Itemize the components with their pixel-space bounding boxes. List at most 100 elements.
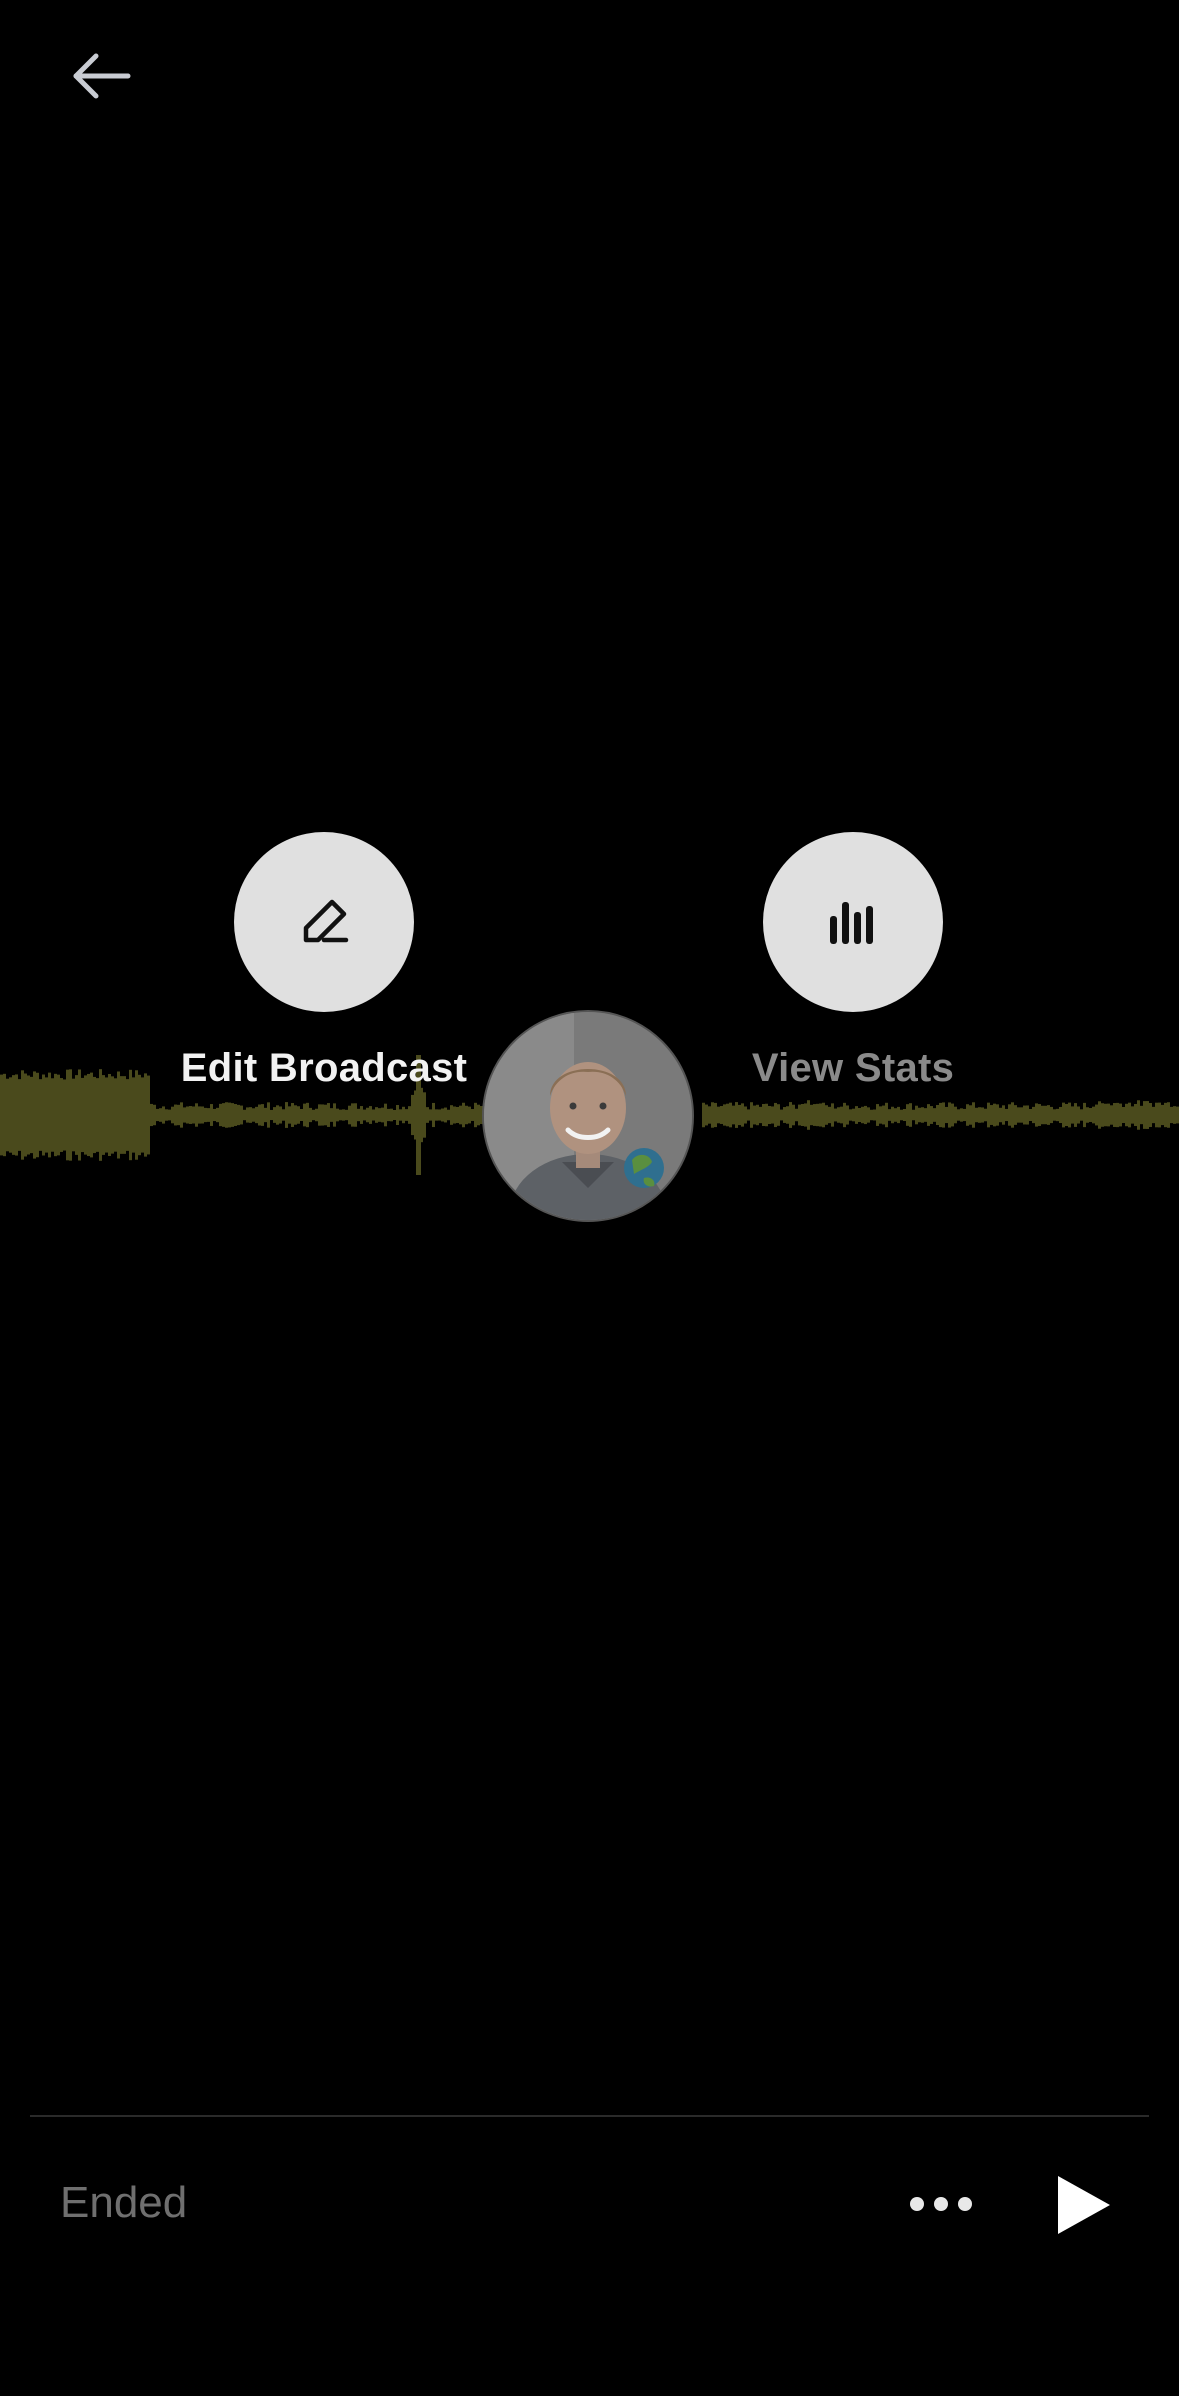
- waveform-bar: [840, 1106, 843, 1124]
- waveform-bar: [1077, 1106, 1080, 1124]
- waveform-bar: [1056, 1108, 1059, 1122]
- waveform-bar: [402, 1106, 405, 1124]
- waveform-bar: [1074, 1103, 1077, 1127]
- waveform-bar: [807, 1100, 810, 1130]
- waveform-bar: [912, 1109, 915, 1121]
- waveform-bar: [930, 1106, 933, 1124]
- waveform-bar: [288, 1106, 291, 1124]
- waveform-bar: [255, 1106, 258, 1124]
- waveform-bar: [972, 1102, 975, 1128]
- waveform-bar: [1062, 1102, 1065, 1128]
- waveform-bar: [726, 1103, 729, 1127]
- waveform-bar: [900, 1109, 903, 1121]
- back-button[interactable]: [62, 46, 142, 106]
- waveform-bar: [153, 1104, 156, 1126]
- waveform-bar: [186, 1106, 189, 1124]
- waveform-bar: [795, 1108, 798, 1122]
- waveform-bar: [894, 1108, 897, 1122]
- waveform-bar: [798, 1104, 801, 1126]
- waveform-bar: [399, 1109, 402, 1121]
- waveform-bar: [945, 1106, 948, 1124]
- waveform-bar: [9, 1077, 12, 1153]
- waveform-bar: [768, 1105, 771, 1125]
- waveform-bar: [1038, 1104, 1041, 1126]
- waveform-bar: [747, 1109, 750, 1121]
- waveform-bar: [411, 1094, 414, 1136]
- waveform-bar: [171, 1106, 174, 1124]
- waveform-bar: [879, 1106, 882, 1124]
- play-button[interactable]: [1054, 2172, 1114, 2238]
- divider: [30, 2115, 1149, 2117]
- waveform-bar: [102, 1075, 105, 1155]
- waveform-bar: [1125, 1103, 1128, 1127]
- more-horizontal-icon: [910, 2197, 924, 2211]
- waveform-bar: [870, 1109, 873, 1121]
- waveform-bar: [105, 1077, 108, 1153]
- waveform-bar: [1044, 1105, 1047, 1125]
- waveform-bar: [1140, 1105, 1143, 1125]
- waveform-bar: [963, 1108, 966, 1122]
- waveform-bar: [741, 1103, 744, 1127]
- waveform-bar: [750, 1102, 753, 1128]
- waveform-bar: [201, 1106, 204, 1124]
- waveform-bar: [429, 1109, 432, 1121]
- edit-broadcast-action[interactable]: Edit Broadcast: [154, 832, 494, 1091]
- waveform-bar: [300, 1108, 303, 1122]
- waveform-bar: [1086, 1107, 1089, 1123]
- edit-broadcast-button[interactable]: [234, 832, 414, 1012]
- waveform-bar: [261, 1104, 264, 1126]
- waveform-bar: [237, 1104, 240, 1126]
- waveform-bar: [321, 1104, 324, 1126]
- arrow-left-icon: [73, 53, 131, 99]
- waveform-bar: [1098, 1101, 1101, 1129]
- waveform-bar: [993, 1103, 996, 1127]
- waveform-bar: [801, 1103, 804, 1127]
- waveform-bar: [249, 1107, 252, 1123]
- waveform-bar: [147, 1075, 150, 1155]
- view-stats-button[interactable]: [763, 832, 943, 1012]
- waveform-bar: [396, 1105, 399, 1125]
- waveform-bar: [39, 1079, 42, 1151]
- waveform-bar: [1017, 1107, 1020, 1123]
- waveform-bar: [1050, 1106, 1053, 1124]
- view-stats-action[interactable]: View Stats: [683, 832, 1023, 1091]
- waveform-bar: [1107, 1103, 1110, 1127]
- waveform-bar: [78, 1069, 81, 1161]
- waveform-bar: [270, 1109, 273, 1121]
- edit-broadcast-label: Edit Broadcast: [180, 1046, 468, 1090]
- host-avatar[interactable]: [482, 1010, 694, 1222]
- waveform-bar: [162, 1106, 165, 1124]
- waveform-bar: [45, 1077, 48, 1153]
- waveform-bar: [810, 1104, 813, 1126]
- waveform-bar: [114, 1078, 117, 1152]
- waveform-bar: [1002, 1105, 1005, 1125]
- waveform-bar: [51, 1078, 54, 1152]
- waveform-bar: [864, 1105, 867, 1125]
- waveform-bar: [780, 1109, 783, 1121]
- waveform-bar: [387, 1108, 390, 1122]
- waveform-bar: [444, 1107, 447, 1123]
- waveform-bar: [123, 1076, 126, 1154]
- waveform-bar: [1167, 1102, 1170, 1128]
- waveform-bar: [978, 1107, 981, 1123]
- waveform-bar: [336, 1108, 339, 1122]
- waveform-bar: [474, 1102, 477, 1128]
- waveform-bar: [231, 1103, 234, 1127]
- bar-chart-icon: [830, 902, 873, 944]
- waveform-bar: [885, 1102, 888, 1128]
- waveform-bar: [948, 1102, 951, 1128]
- waveform-bar: [285, 1102, 288, 1128]
- waveform-bar: [432, 1102, 435, 1128]
- waveform-bar: [468, 1106, 471, 1124]
- waveform-bar: [279, 1106, 282, 1124]
- waveform-bar: [132, 1077, 135, 1153]
- waveform-bar: [462, 1102, 465, 1128]
- waveform-bar: [1113, 1103, 1116, 1127]
- waveform-bar: [84, 1075, 87, 1155]
- waveform-bar: [96, 1078, 99, 1152]
- waveform-bar: [1119, 1103, 1122, 1127]
- waveform-bar: [765, 1103, 768, 1127]
- waveform-bar: [207, 1108, 210, 1122]
- waveform-bar: [921, 1107, 924, 1123]
- more-options-button[interactable]: [910, 2186, 972, 2222]
